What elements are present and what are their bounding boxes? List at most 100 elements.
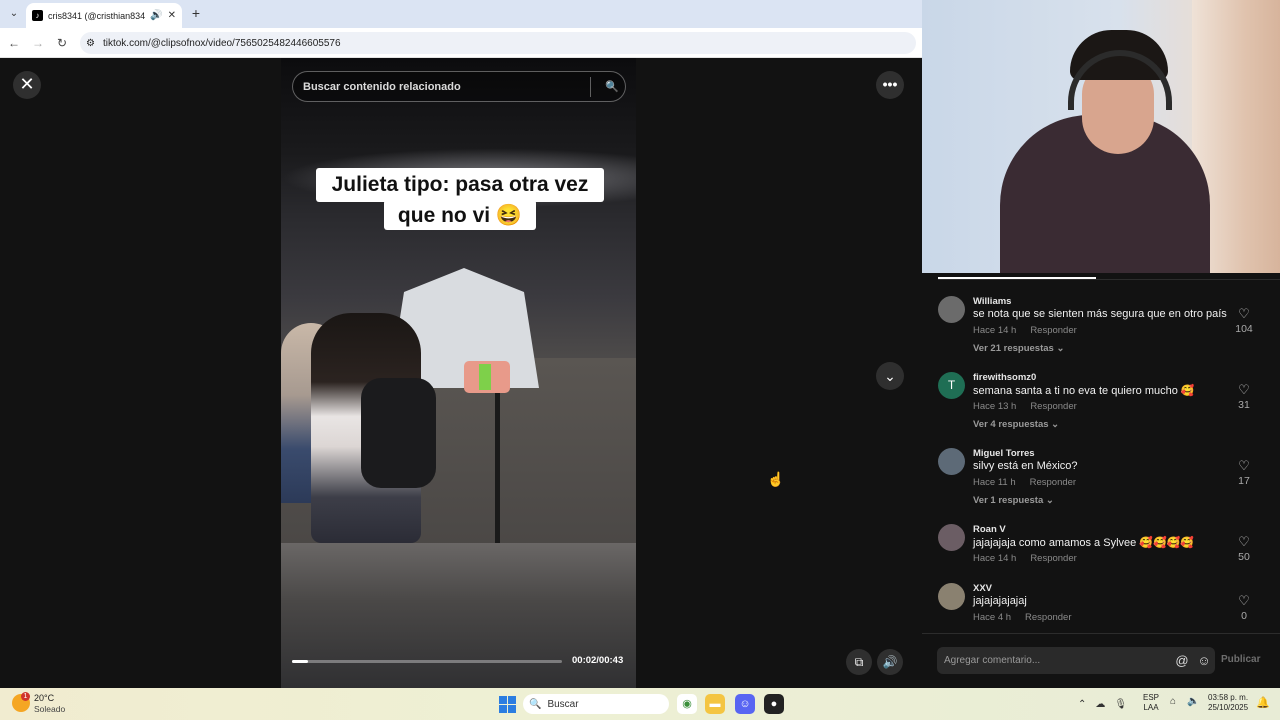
reply-button[interactable]: Responder: [1030, 477, 1076, 488]
reply-button[interactable]: Responder: [1025, 612, 1071, 623]
related-search-input[interactable]: Buscar contenido relacionado: [303, 81, 590, 93]
close-viewer-button[interactable]: ✕: [13, 71, 41, 99]
comments-tab-divider: [938, 279, 1280, 280]
comment-username[interactable]: Williams: [973, 296, 1011, 307]
video-caption-line-1: Julieta tipo: pasa otra vez: [316, 168, 604, 202]
discord-app-icon[interactable]: ☺: [735, 694, 755, 714]
emoji-icon[interactable]: ☺: [1193, 653, 1215, 668]
video-time: 00:02/00:43: [572, 655, 624, 666]
chrome-app-icon[interactable]: ◉: [677, 694, 697, 714]
video-progress-fill: [292, 660, 309, 663]
new-tab-button[interactable]: +: [188, 5, 204, 21]
clock-time: 03:58 p. m.: [1208, 693, 1249, 702]
address-bar[interactable]: ⚙ tiktok.com/@clipsofnox/video/756502548…: [80, 32, 916, 54]
view-replies-button[interactable]: Ver 4 respuestas ⌄: [973, 419, 1059, 430]
video-player[interactable]: [281, 58, 636, 688]
video-backpack: [361, 378, 436, 488]
taskbar-clock[interactable]: 03:58 p. m. 25/10/2025: [1208, 693, 1248, 713]
comment-input-placeholder[interactable]: Agregar comentario...: [944, 655, 1171, 666]
like-count: 31: [1238, 399, 1250, 411]
microphone-icon[interactable]: 🎙: [1114, 699, 1127, 710]
reply-button[interactable]: Responder: [1030, 553, 1076, 564]
avatar[interactable]: [938, 583, 965, 610]
search-divider: [590, 76, 591, 97]
comment-meta: Hace 13 h Responder: [973, 401, 1077, 412]
comment-text: silvy está en México?: [973, 460, 1078, 472]
comment-username[interactable]: Miguel Torres: [973, 448, 1035, 459]
notification-bell-icon[interactable]: 🔔: [1256, 696, 1270, 710]
heart-icon[interactable]: ♡: [1234, 593, 1254, 609]
clock-date: 25/10/2025: [1208, 703, 1249, 712]
comment-time: Hace 14 h: [973, 325, 1017, 336]
comment-username[interactable]: firewithsomz0: [973, 372, 1036, 383]
view-replies-button[interactable]: Ver 1 respuesta ⌄: [973, 495, 1054, 506]
heart-icon[interactable]: ♡: [1234, 306, 1254, 322]
comment-username[interactable]: XXV: [973, 583, 992, 594]
comment-input[interactable]: Agregar comentario... @ ☺: [937, 647, 1215, 674]
forward-button[interactable]: →: [29, 34, 47, 52]
comment-time: Hace 4 h: [973, 612, 1012, 623]
reply-button[interactable]: Responder: [1030, 401, 1076, 412]
comment-text: jajajajajajaj: [973, 595, 1027, 607]
avatar[interactable]: T: [938, 372, 965, 399]
tab-close-icon[interactable]: ✕: [168, 10, 176, 21]
comment-bar-divider: [922, 633, 1280, 634]
file-explorer-icon[interactable]: ▬: [705, 694, 725, 714]
taskbar-search-label: Buscar: [547, 698, 579, 710]
url-text: tiktok.com/@clipsofnox/video/75650254824…: [102, 37, 341, 49]
comment-time: Hace 14 h: [973, 553, 1017, 564]
comment-text: jajajajaja como amamos a Sylvee 🥰🥰🥰🥰: [973, 537, 1195, 549]
weather-description[interactable]: Soleado: [34, 704, 65, 714]
more-options-button[interactable]: •••: [876, 71, 904, 99]
like-count: 0: [1241, 610, 1247, 622]
related-search-box[interactable]: Buscar contenido relacionado 🔍: [292, 71, 626, 102]
back-button[interactable]: ←: [5, 34, 23, 52]
search-icon[interactable]: 🔍: [599, 80, 625, 93]
comment-meta: Hace 14 h Responder: [973, 325, 1077, 336]
webcam-overlay: [922, 0, 1280, 273]
site-info-icon[interactable]: ⚙: [86, 38, 95, 49]
game-app-icon[interactable]: ●: [764, 694, 784, 714]
mouse-cursor-icon: ☝: [767, 471, 785, 487]
tab-audio-icon[interactable]: 🔊: [150, 10, 162, 21]
mention-icon[interactable]: @: [1171, 653, 1193, 668]
tray-chevron-icon[interactable]: ⌃: [1078, 699, 1086, 710]
language-indicator[interactable]: ESP LAA: [1143, 693, 1159, 713]
comment-time: Hace 13 h: [973, 401, 1017, 412]
reload-button[interactable]: ↻: [53, 34, 71, 52]
weather-badge: 1: [21, 692, 30, 701]
avatar[interactable]: [938, 296, 965, 323]
speaker-icon[interactable]: 🔈: [1187, 696, 1199, 707]
heart-icon[interactable]: ♡: [1234, 382, 1254, 398]
like-count: 17: [1238, 475, 1250, 487]
publish-button[interactable]: Publicar: [1221, 654, 1261, 668]
like-count: 104: [1235, 323, 1253, 335]
language-code: ESP: [1143, 693, 1160, 702]
video-phone-screen: [479, 364, 491, 390]
tray-network-app-icon[interactable]: ☁: [1095, 699, 1105, 710]
start-windows-icon[interactable]: [499, 696, 516, 713]
next-video-button[interactable]: ⌄: [876, 362, 904, 390]
heart-icon[interactable]: ♡: [1234, 534, 1254, 550]
browser-tab-active[interactable]: ♪ cris8341 (@cristhian83411) 🔊 ✕: [26, 3, 182, 28]
taskbar-search[interactable]: 🔍 Buscar: [523, 694, 669, 714]
heart-icon[interactable]: ♡: [1234, 458, 1254, 474]
comment-meta: Hace 11 h Responder: [973, 477, 1076, 488]
tab-search-chevron-icon[interactable]: ⌄: [6, 6, 22, 22]
avatar[interactable]: [938, 524, 965, 551]
comment-text: se nota que se sienten más segura que en…: [973, 308, 1227, 320]
comment-username[interactable]: Roan V: [973, 524, 1006, 535]
tab-title: cris8341 (@cristhian83411): [48, 10, 146, 21]
avatar[interactable]: [938, 448, 965, 475]
language-layout: LAA: [1143, 703, 1159, 712]
video-progress-bar[interactable]: [292, 660, 562, 663]
weather-temperature[interactable]: 20°C: [34, 693, 54, 703]
miniplayer-icon[interactable]: ⧉: [846, 649, 872, 675]
video-tripod: [495, 393, 500, 543]
volume-icon[interactable]: 🔊: [877, 649, 903, 675]
comment-time: Hace 11 h: [973, 477, 1016, 488]
view-replies-button[interactable]: Ver 21 respuestas ⌄: [973, 343, 1064, 354]
reply-button[interactable]: Responder: [1030, 325, 1076, 336]
video-caption-line-2: que no vi 😆: [384, 200, 536, 230]
wifi-icon[interactable]: ⌂: [1170, 696, 1176, 707]
